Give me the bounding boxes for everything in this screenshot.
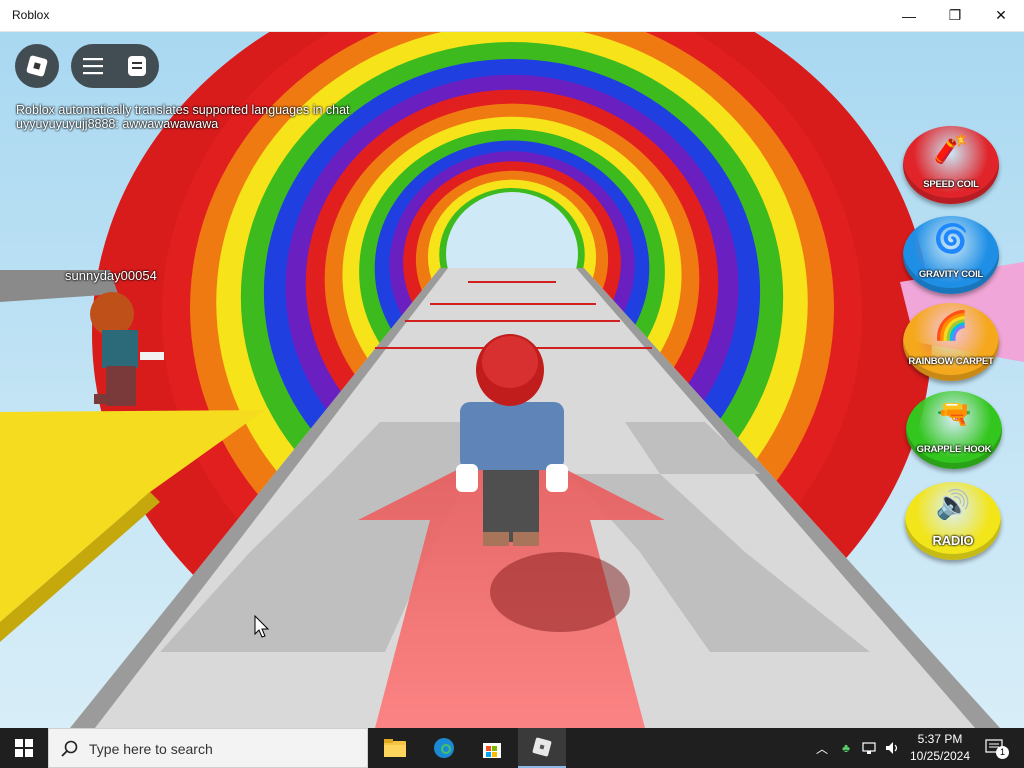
other-player-name: sunnyday00054 [65,268,157,283]
minimize-icon: — [902,7,916,24]
window-titlebar: Roblox — ❐ ✕ [0,0,1024,32]
edge-icon [434,738,454,758]
roblox-menu-button[interactable] [15,44,59,88]
hamburger-menu-button[interactable] [71,44,115,88]
edge-browser-button[interactable] [420,728,468,768]
taskbar-search-box[interactable]: Type here to search [48,728,368,768]
volume-button[interactable] [883,728,903,768]
game-viewport[interactable]: Roblox automatically translates supporte… [0,32,1024,728]
hamburger-icon [83,58,103,75]
speed-coil-label: SPEED COIL [923,179,979,190]
gravity-coil-label: GRAVITY COIL [918,269,984,280]
speed-coil-button[interactable]: 🧨 SPEED COIL [903,126,999,204]
minimize-button[interactable]: — [886,0,932,31]
roblox-toolbar [71,44,159,88]
chat-icon [128,56,146,76]
mouse-cursor-icon [254,615,270,638]
grapple-hook-icon: 🔫 [936,398,972,429]
roblox-logo-icon [26,55,48,77]
speed-coil-icon: 🧨 [933,133,969,164]
network-icon [862,742,876,754]
clock-date: 10/25/2024 [909,749,971,763]
show-hidden-icons-button[interactable]: ︿ [812,728,832,768]
taskbar: Type here to search ︿ ♣ 5:37 PM 10/25/20… [0,728,1024,768]
clock-time: 5:37 PM [917,732,963,746]
close-icon: ✕ [995,7,1007,23]
rainbow-carpet-button[interactable]: 🌈 RAINBOW CARPET [903,303,999,381]
microsoft-store-button[interactable] [468,728,516,768]
avatar-shadow [490,552,630,632]
tray-app-icon: ♣ [842,741,850,755]
rainbow-carpet-label: RAINBOW CARPET [908,356,994,367]
windows-logo-icon [15,739,33,757]
roblox-app-icon [532,737,552,757]
maximize-button[interactable]: ❐ [932,0,978,31]
chat-log: Roblox automatically translates supporte… [16,103,350,131]
radio-button[interactable]: 🔊 RADIO [905,482,1001,560]
close-button[interactable]: ✕ [978,0,1024,31]
grapple-hook-button[interactable]: 🔫 GRAPPLE HOOK [906,391,1002,469]
speaker-icon [886,742,898,754]
radio-label: RADIO [932,533,974,548]
gravity-coil-button[interactable]: 🌀 GRAVITY COIL [903,216,999,294]
game-scene [0,32,1024,728]
grapple-hook-label: GRAPPLE HOOK [916,444,992,455]
gravity-coil-icon: 🌀 [933,223,969,254]
roblox-taskbar-button[interactable] [518,728,566,768]
chat-toggle-button[interactable] [115,44,159,88]
chat-user-message: uyyuyuyuyujj8888: awwawawawawa [16,117,219,131]
notification-count-badge: 1 [996,746,1009,759]
network-button[interactable] [860,728,880,768]
radio-icon: 🔊 [935,489,971,520]
file-explorer-button[interactable] [371,728,419,768]
chevron-up-icon: ︿ [815,741,828,756]
search-icon [61,740,78,757]
taskbar-clock[interactable]: 5:37 PM 10/25/2024 [905,731,975,765]
search-placeholder: Type here to search [89,741,213,757]
start-button[interactable] [0,728,48,768]
notification-center-button[interactable]: 1 [980,728,1010,768]
maximize-icon: ❐ [948,7,962,23]
tray-app-button[interactable]: ♣ [836,728,856,768]
folder-icon [384,739,406,757]
store-icon [483,743,501,758]
rainbow-carpet-icon: 🌈 [933,310,969,341]
chat-system-message: Roblox automatically translates supporte… [16,103,350,117]
window-title: Roblox [12,8,50,22]
